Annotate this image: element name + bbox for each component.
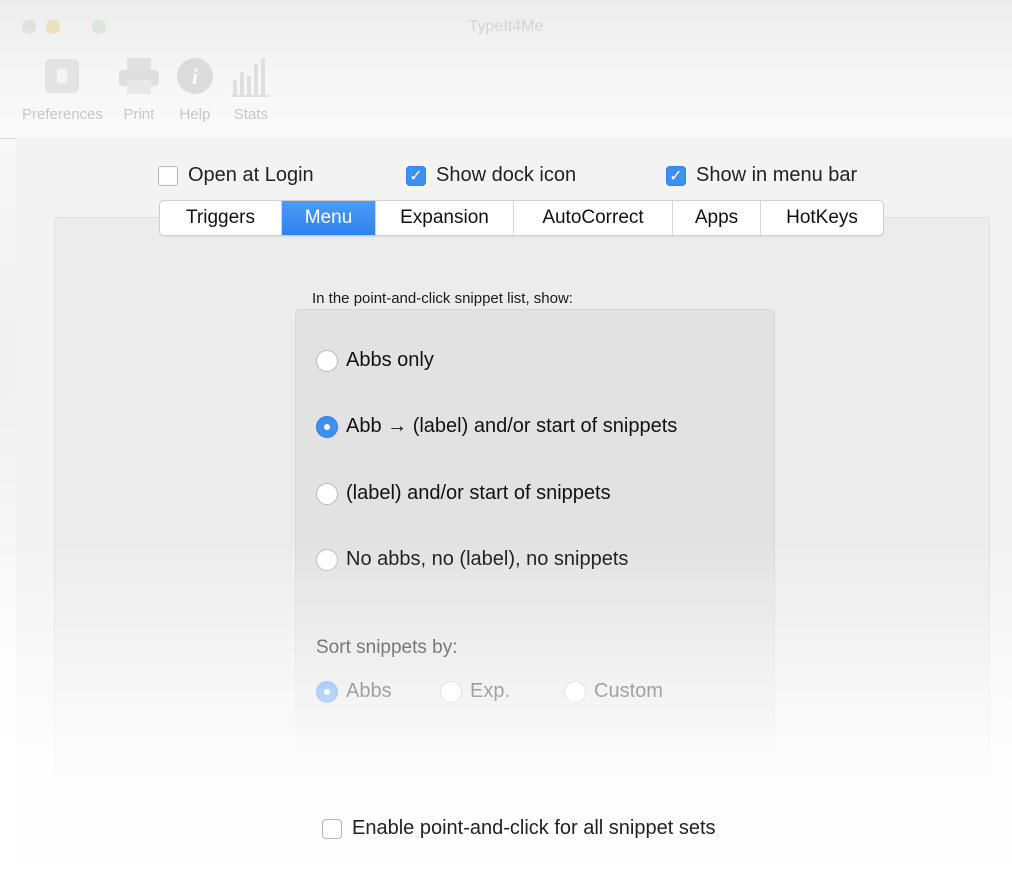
radio-abb-label-start-label: Abb → (label) and/or start of snippets — [346, 415, 678, 437]
checkmark-icon: ✓ — [406, 165, 426, 186]
radio-on-icon — [316, 680, 338, 703]
radio-sort-exp[interactable]: Exp. — [440, 680, 510, 703]
toolbar-stats-label: Stats — [233, 106, 268, 123]
open-at-login-checkbox[interactable]: Open at Login — [158, 164, 314, 187]
bar-chart-icon — [229, 52, 273, 100]
tab-apps[interactable]: Apps — [673, 201, 761, 235]
sort-snippets-label: Sort snippets by: — [316, 637, 458, 658]
tab-expansion[interactable]: Expansion — [376, 201, 514, 235]
enable-point-and-click-label: Enable point-and-click for all snippet s… — [352, 817, 716, 839]
radio-off-icon — [316, 349, 338, 372]
show-in-menu-bar-checkbox[interactable]: ✓ Show in menu bar — [666, 164, 857, 187]
radio-abbs-only[interactable]: Abbs only — [316, 349, 434, 372]
radio-sort-abbs-label: Abbs — [346, 680, 392, 702]
radio-off-icon — [316, 482, 338, 505]
toolbar-print-label: Print — [123, 106, 155, 123]
radio-off-icon — [316, 548, 338, 571]
checkbox-unchecked-icon — [322, 818, 342, 839]
toolbar: Preferences Print i Help Stats — [22, 52, 273, 132]
radio-off-icon — [440, 680, 462, 703]
toolbar-stats-button[interactable]: Stats — [229, 52, 273, 132]
radio-sort-abbs[interactable]: Abbs — [316, 680, 392, 703]
tab-triggers[interactable]: Triggers — [160, 201, 282, 235]
radio-label-start[interactable]: (label) and/or start of snippets — [316, 482, 611, 505]
show-dock-icon-label: Show dock icon — [436, 164, 577, 186]
radio-no-abbs-label: No abbs, no (label), no snippets — [346, 548, 629, 570]
radio-on-icon — [316, 415, 338, 438]
enable-point-and-click-checkbox[interactable]: Enable point-and-click for all snippet s… — [322, 817, 716, 840]
title-bar: TypeIt4Me Preferences Print i Help Stats — [0, 0, 1012, 139]
checkmark-icon: ✓ — [666, 165, 686, 186]
switch-icon — [43, 52, 81, 100]
radio-label-start-label: (label) and/or start of snippets — [346, 482, 611, 504]
info-icon: i — [175, 52, 215, 100]
snippet-list-caption: In the point-and-click snippet list, sho… — [312, 290, 573, 307]
radio-sort-exp-label: Exp. — [470, 680, 511, 702]
tab-bar: Triggers Menu Expansion AutoCorrect Apps… — [159, 200, 884, 236]
tab-autocorrect[interactable]: AutoCorrect — [514, 201, 673, 235]
tab-menu[interactable]: Menu — [282, 201, 376, 235]
show-in-menu-bar-label: Show in menu bar — [696, 164, 858, 186]
window-title: TypeIt4Me — [468, 18, 544, 35]
radio-sort-custom-label: Custom — [594, 680, 663, 702]
radio-abbs-only-label: Abbs only — [346, 349, 434, 371]
toolbar-preferences-button[interactable]: Preferences — [22, 52, 103, 132]
toolbar-print-button[interactable]: Print — [117, 52, 161, 132]
radio-sort-custom[interactable]: Custom — [564, 680, 663, 703]
toolbar-preferences-label: Preferences — [22, 106, 103, 123]
checkbox-unchecked-icon — [158, 165, 178, 186]
radio-abb-label-start[interactable]: Abb → (label) and/or start of snippets — [316, 415, 677, 438]
tab-hotkeys[interactable]: HotKeys — [761, 201, 883, 235]
radio-no-abbs[interactable]: No abbs, no (label), no snippets — [316, 548, 628, 571]
radio-off-icon — [564, 680, 586, 703]
svg-text:i: i — [192, 64, 199, 89]
toolbar-help-button[interactable]: i Help — [175, 52, 215, 132]
printer-icon — [117, 52, 161, 100]
show-dock-icon-checkbox[interactable]: ✓ Show dock icon — [406, 164, 576, 187]
open-at-login-label: Open at Login — [188, 164, 314, 186]
toolbar-help-label: Help — [179, 106, 211, 123]
